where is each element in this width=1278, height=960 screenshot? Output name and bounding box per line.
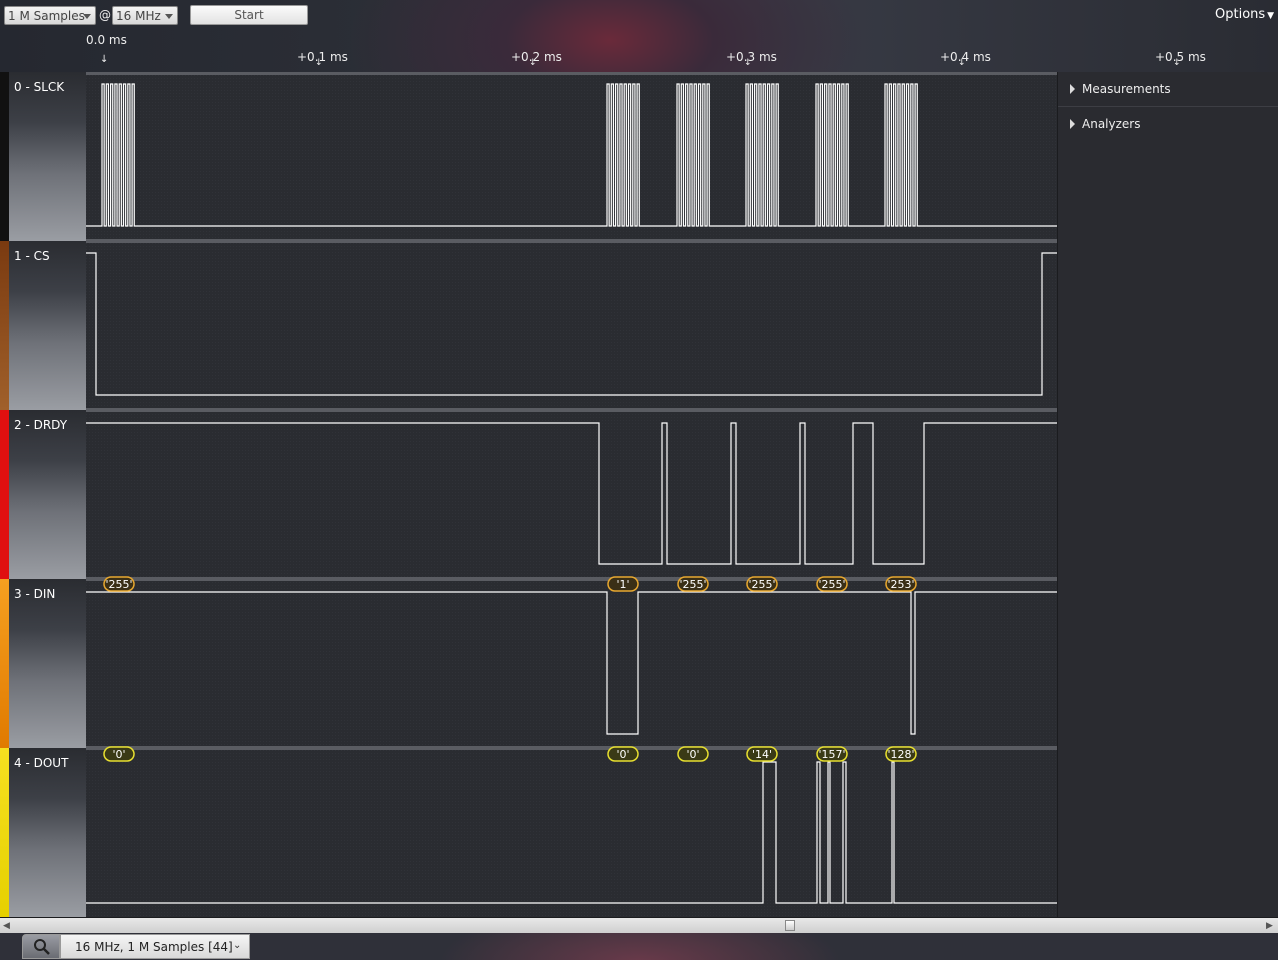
scroll-left-icon[interactable]: ◀	[3, 921, 10, 931]
decoded-din-value: '1'	[616, 578, 629, 591]
decoded-dout-value: '0'	[686, 748, 699, 761]
decoded-din-bubble[interactable]: '255'	[103, 576, 135, 592]
channel-label-drdy[interactable]: 2 - DRDY	[0, 410, 86, 579]
options-menu[interactable]: Options ▼	[1215, 7, 1274, 22]
tick-marker-icon: ↓	[1173, 58, 1181, 68]
channel-label-cs[interactable]: 1 - CS	[0, 241, 86, 410]
chevron-down-icon	[83, 14, 91, 19]
search-tab-button[interactable]	[22, 934, 60, 959]
channel-name: 2 - DRDY	[14, 418, 68, 432]
decoded-dout-bubble[interactable]: '0'	[607, 746, 639, 762]
waveform-area[interactable]: '255' '1' '255' '255' '255' '253' '0' '0…	[86, 72, 1057, 917]
scroll-right-icon[interactable]: ▶	[1266, 921, 1273, 931]
decoded-dout-bubble[interactable]: '0'	[677, 746, 709, 762]
horizontal-scrollbar[interactable]: ◀ ▶	[0, 918, 1278, 933]
decoded-dout-value: '128'	[887, 748, 914, 761]
decoded-din-value: '255'	[818, 578, 845, 591]
tick-marker-icon: ↓	[744, 58, 752, 68]
options-label: Options	[1215, 7, 1266, 22]
decoded-dout-value: '0'	[616, 748, 629, 761]
decoded-dout-value: '0'	[112, 748, 125, 761]
top-toolbar: 1 M Samples @ 16 MHz Start Options ▼ 0.0 …	[0, 0, 1278, 72]
channel-color-stripe	[0, 72, 9, 241]
channel-name: 0 - SLCK	[14, 80, 65, 94]
measurements-section[interactable]: Measurements	[1070, 82, 1171, 96]
decoded-din-bubble[interactable]: '255'	[677, 576, 709, 592]
decoded-din-bubble[interactable]: '255'	[816, 576, 848, 592]
chevron-down-icon: ▼	[1267, 11, 1275, 21]
channel-name: 3 - DIN	[14, 587, 56, 601]
decoded-dout-value: '14'	[752, 748, 772, 761]
chevron-down-icon	[165, 14, 173, 19]
tick-marker-icon: ↓	[315, 58, 323, 68]
decoded-dout-bubble[interactable]: '14'	[746, 746, 778, 762]
samples-select[interactable]: 1 M Samples	[4, 6, 96, 25]
measurements-label: Measurements	[1082, 82, 1171, 96]
decoded-din-value: '255'	[679, 578, 706, 591]
tick-marker-icon: ↓	[529, 58, 537, 68]
decoded-dout-bubble[interactable]: '0'	[103, 746, 135, 762]
tick-marker-icon: ↓	[958, 58, 966, 68]
session-tab[interactable]: 16 MHz, 1 M Samples [44] ⌄	[60, 934, 250, 959]
decoded-din-value: '255'	[748, 578, 775, 591]
channel-color-stripe	[0, 748, 9, 917]
decoded-dout-bubble[interactable]: '128'	[885, 746, 917, 762]
channel-label-slck[interactable]: 0 - SLCK	[0, 72, 86, 241]
origin-marker-icon: ↓	[100, 54, 109, 65]
channel-name: 1 - CS	[14, 249, 50, 263]
channel-label-din[interactable]: 3 - DIN	[0, 579, 86, 748]
timeline-origin-label: 0.0 ms	[86, 33, 127, 47]
decoded-din-bubble[interactable]: '255'	[746, 576, 778, 592]
at-label: @	[99, 8, 111, 22]
session-tab-label: 16 MHz, 1 M Samples [44]	[75, 940, 233, 954]
expand-triangle-icon	[1070, 119, 1075, 129]
expand-triangle-icon	[1070, 84, 1075, 94]
decoded-dout-value: '157'	[818, 748, 845, 761]
channel-color-stripe	[0, 579, 9, 748]
channel-label-dout[interactable]: 4 - DOUT	[0, 748, 86, 917]
scroll-thumb[interactable]	[785, 920, 795, 931]
rate-select[interactable]: 16 MHz	[112, 6, 178, 25]
decoded-din-value: '253'	[887, 578, 914, 591]
rate-value: 16 MHz	[116, 9, 161, 23]
magnifier-icon	[34, 939, 50, 955]
decoded-din-bubble[interactable]: '253'	[885, 576, 917, 592]
analyzers-label: Analyzers	[1082, 117, 1141, 131]
chevron-down-icon[interactable]: ⌄	[233, 940, 241, 951]
side-panel: Measurements Analyzers	[1058, 72, 1278, 917]
start-button[interactable]: Start	[190, 5, 308, 25]
channel-color-stripe	[0, 241, 9, 410]
decoded-din-value: '255'	[105, 578, 132, 591]
section-divider	[1058, 106, 1278, 107]
channel-color-stripe	[0, 410, 9, 579]
analyzers-section[interactable]: Analyzers	[1070, 117, 1140, 131]
decoded-dout-bubble[interactable]: '157'	[816, 746, 848, 762]
decoded-din-bubble[interactable]: '1'	[607, 576, 639, 592]
channel-name: 4 - DOUT	[14, 756, 69, 770]
samples-value: 1 M Samples	[8, 9, 85, 23]
